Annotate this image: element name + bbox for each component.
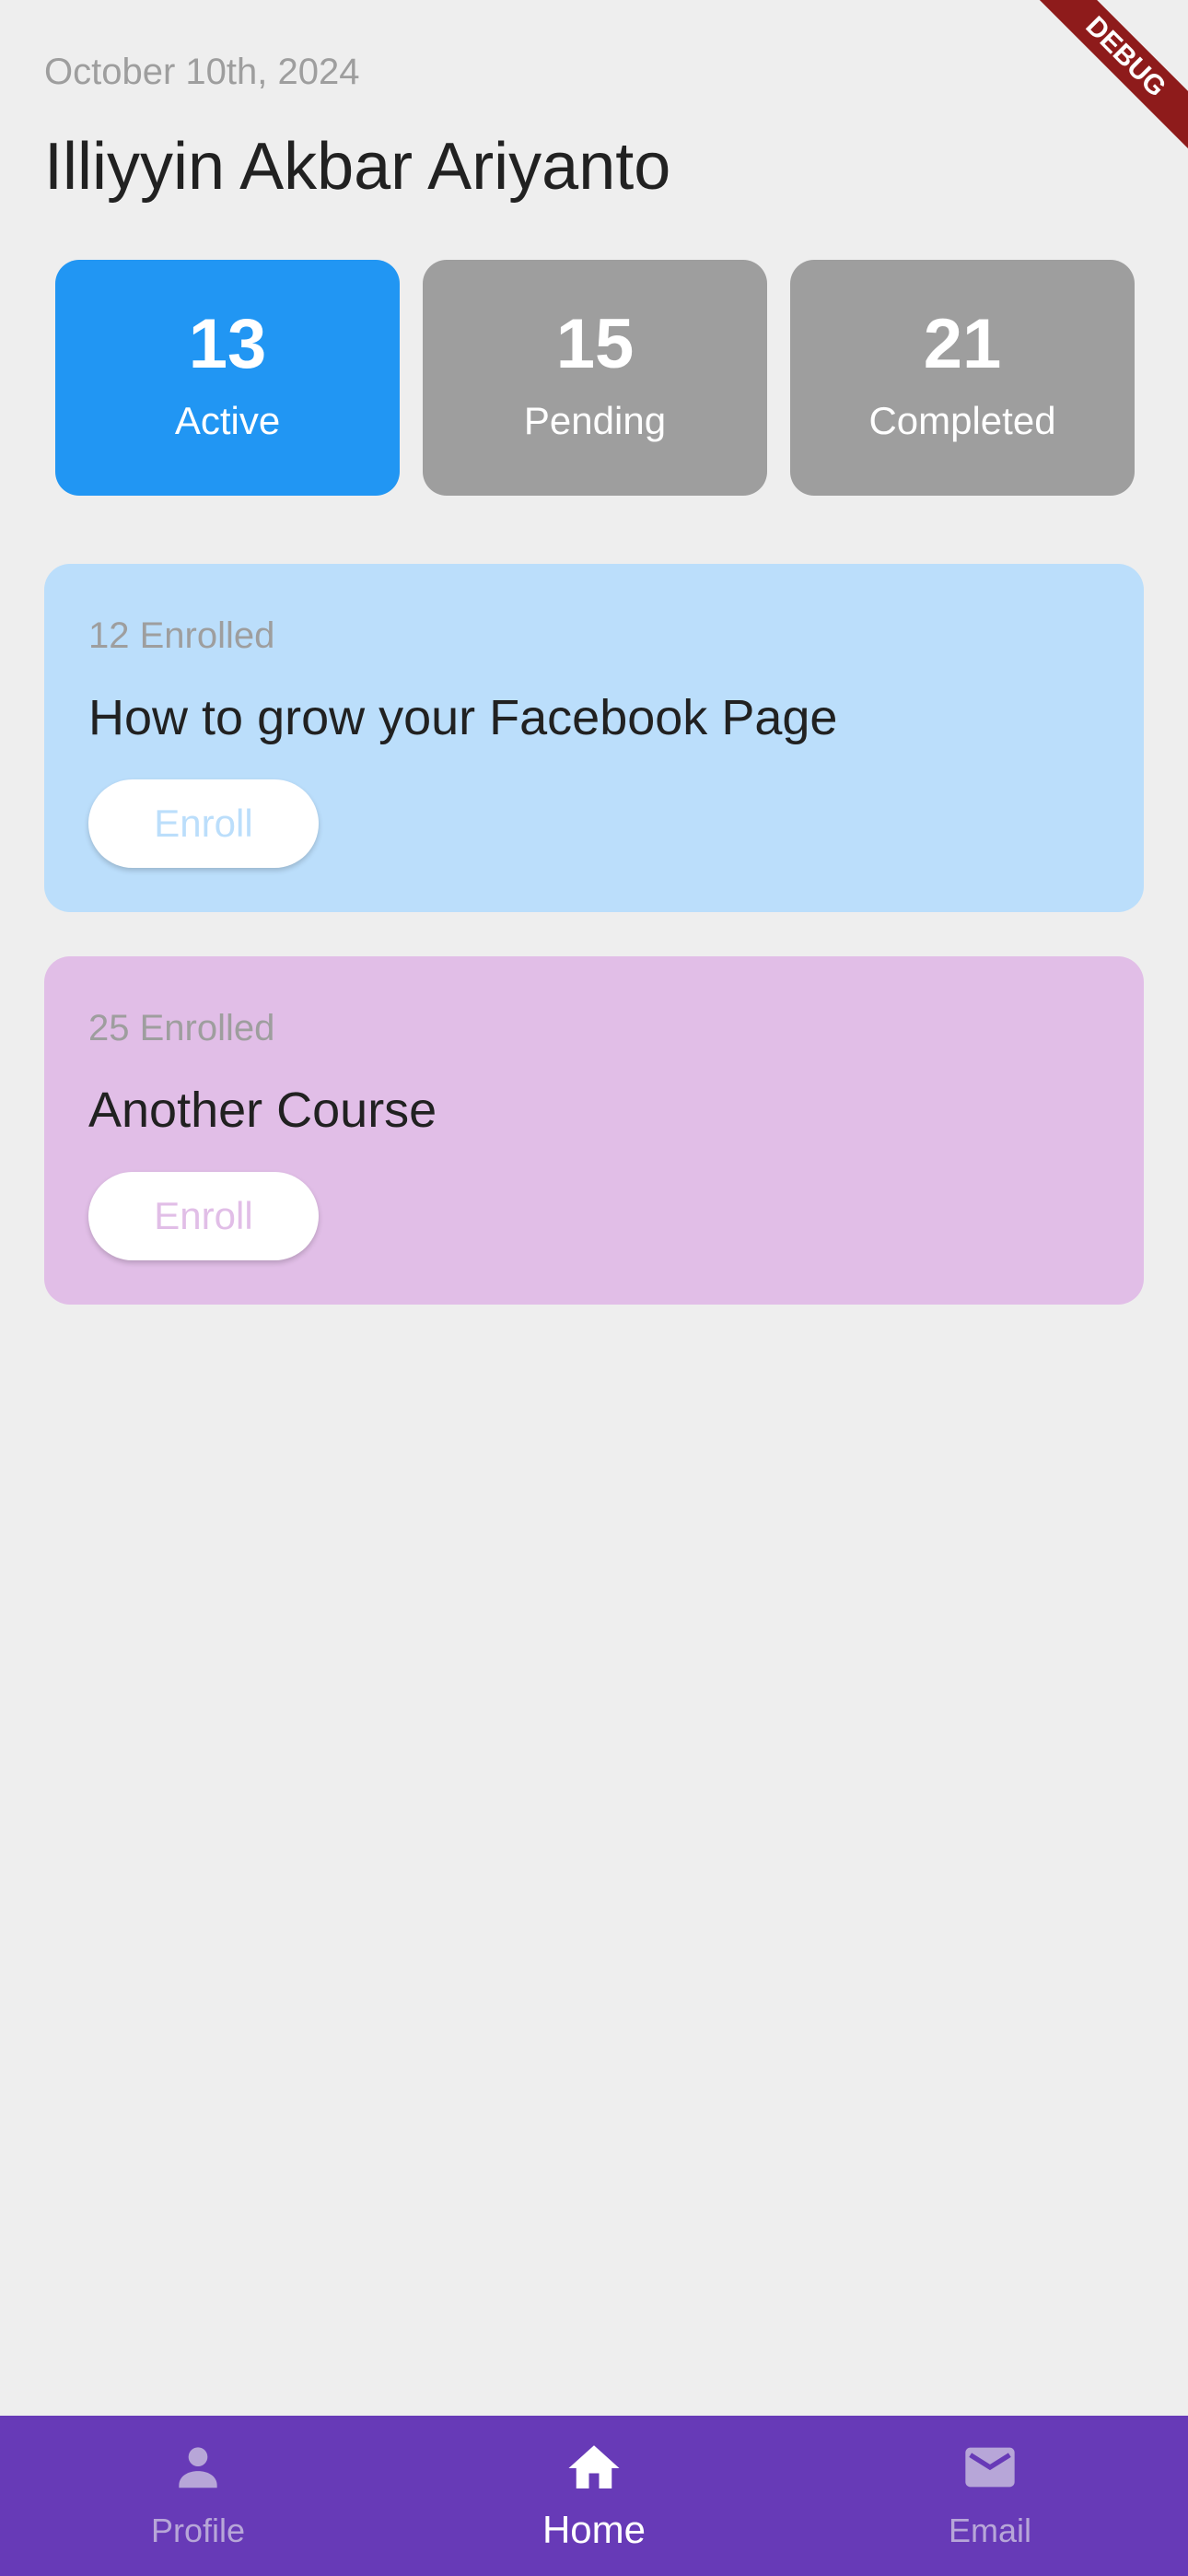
bottom-navigation: Profile Home Email xyxy=(0,2416,1188,2576)
mail-icon xyxy=(792,2438,1188,2495)
enrolled-count: 25 Enrolled xyxy=(88,1008,275,1048)
stat-pending-count: 15 xyxy=(555,305,635,383)
stat-active-label: Active xyxy=(174,399,281,442)
home-icon xyxy=(396,2438,792,2495)
stat-completed-count: 21 xyxy=(923,305,1002,383)
stat-active[interactable]: 13 Active xyxy=(55,260,400,496)
nav-item-profile[interactable]: Profile xyxy=(0,2416,396,2576)
stat-pending-label: Pending xyxy=(523,399,667,442)
course-title: Another Course xyxy=(88,1083,437,1138)
enrolled-count: 12 Enrolled xyxy=(88,615,275,656)
date-label: October 10th, 2024 xyxy=(44,52,360,92)
enroll-button[interactable]: Enroll xyxy=(88,1172,319,1260)
debug-banner-label: DEBUG xyxy=(1026,0,1188,157)
course-title: How to grow your Facebook Page xyxy=(88,690,838,745)
nav-label-home: Home xyxy=(542,2508,646,2551)
nav-item-home[interactable]: Home xyxy=(396,2416,792,2576)
stats-row: 13 Active 15 Pending 21 Completed xyxy=(55,260,1135,496)
stat-active-count: 13 xyxy=(188,305,267,383)
nav-item-email[interactable]: Email xyxy=(792,2416,1188,2576)
person-icon xyxy=(0,2438,396,2495)
stat-pending[interactable]: 15 Pending xyxy=(423,260,767,496)
stat-completed-label: Completed xyxy=(868,399,1056,442)
course-card: 12 Enrolled How to grow your Facebook Pa… xyxy=(44,564,1144,912)
course-card: 25 Enrolled Another Course Enroll xyxy=(44,956,1144,1305)
enroll-button[interactable]: Enroll xyxy=(88,779,319,868)
stat-completed[interactable]: 21 Completed xyxy=(790,260,1135,496)
user-name: Illiyyin Akbar Ariyanto xyxy=(44,130,671,204)
nav-label-email: Email xyxy=(948,2512,1032,2549)
nav-label-profile: Profile xyxy=(150,2512,246,2549)
debug-banner: DEBUG xyxy=(1004,0,1188,184)
